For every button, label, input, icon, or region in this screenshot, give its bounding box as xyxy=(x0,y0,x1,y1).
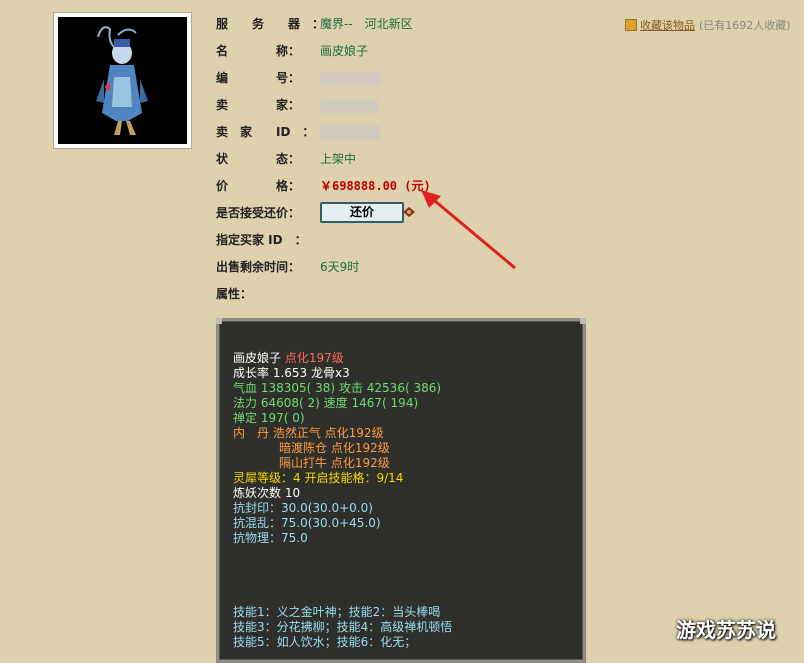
hp-value: 138305( 38) xyxy=(260,381,336,395)
server-label: 服 务 器 ： xyxy=(216,17,325,31)
bargain-button[interactable]: 还价 xyxy=(320,202,404,223)
refine-line: 炼妖次数 10 xyxy=(233,486,301,500)
skills-line-1: 技能1：义之金叶神；技能2：当头棒喝 xyxy=(233,605,441,619)
id-row: 编 号： xyxy=(216,69,382,87)
seller-label: 卖 家： xyxy=(216,98,301,112)
status-value: 上架中 xyxy=(320,152,357,166)
pet-level: 点化197级 xyxy=(284,351,344,365)
name-value: 画皮娘子 xyxy=(320,44,369,58)
watermark: 游戏苏苏说 xyxy=(676,618,776,642)
zen-line: 禅定 197( 0) xyxy=(233,411,305,425)
bargain-row: 是否接受还价： xyxy=(216,204,300,222)
mp-value: 64608( 2) xyxy=(260,396,320,410)
remaining-label: 出售剩余时间： xyxy=(216,260,301,274)
mp-spd-line: 法力 64608( 2) 速度 1467( 194) xyxy=(233,396,418,411)
item-thumbnail[interactable] xyxy=(53,12,192,149)
res-chaos-line: 抗混乱：75.0(30.0+45.0) xyxy=(233,516,381,530)
neidan-line-3: 隔山打牛 点化192级 xyxy=(279,456,390,470)
remaining-row: 出售剩余时间： 6天9时 xyxy=(216,258,359,276)
neidan-1: 浩然正气 点化192级 xyxy=(272,426,384,440)
bargain-label: 是否接受还价： xyxy=(216,206,301,220)
seller-id-label: 卖 家 ID ： xyxy=(216,125,315,139)
price-row: 价 格： ￥698888.00 (元) xyxy=(216,177,431,195)
buyer-label: 指定买家 ID ： xyxy=(216,233,307,247)
seller-value-redacted xyxy=(320,96,378,114)
server-value: 魔界-- 河北新区 xyxy=(320,17,413,31)
pet-name: 画皮娘子 xyxy=(233,351,282,365)
name-label: 名 称： xyxy=(216,44,301,58)
spd-value: 1467( 194) xyxy=(351,396,419,410)
panel-corner xyxy=(580,318,586,324)
favorite-icon xyxy=(625,19,637,31)
attr-row: 属性： xyxy=(216,285,252,303)
skills-line-2: 技能3：分花拂柳；技能4：高级禅机顿悟 xyxy=(233,620,453,634)
name-row: 名 称： 画皮娘子 xyxy=(216,42,368,60)
seller-row: 卖 家： xyxy=(216,96,378,114)
remaining-value: 6天9时 xyxy=(320,260,360,274)
seller-id-value-redacted xyxy=(320,123,380,141)
neidan-label: 内 丹 xyxy=(233,426,270,440)
res-phys-line: 抗物理：75.0 xyxy=(233,531,308,545)
pet-image xyxy=(58,17,187,144)
server-row: 服 务 器 ： 魔界-- 河北新区 xyxy=(216,15,413,33)
atk-label: 攻击 xyxy=(338,381,363,395)
pet-name-line: 画皮娘子 点化197级 xyxy=(233,351,344,366)
status-label: 状 态： xyxy=(216,152,301,166)
rhino-line: 灵犀等级：4 开启技能格：9/14 xyxy=(233,471,404,485)
seller-id-row: 卖 家 ID ： xyxy=(216,123,380,141)
mp-label: 法力 xyxy=(233,396,258,410)
favorite-area: 收藏该物品 (已有1692人收藏) xyxy=(625,17,791,33)
buyer-row: 指定买家 ID ： xyxy=(216,231,307,249)
favorite-count: (已有1692人收藏) xyxy=(699,19,791,32)
id-value-redacted xyxy=(320,69,382,87)
atk-value: 42536( 386) xyxy=(366,381,442,395)
favorite-link[interactable]: 收藏该物品 xyxy=(640,19,695,32)
spd-label: 速度 xyxy=(323,396,348,410)
id-label: 编 号： xyxy=(216,71,301,85)
growth-line: 成长率 1.653 龙骨x3 xyxy=(233,366,350,380)
skills-line-3: 技能5：如人饮水；技能6：化无； xyxy=(233,635,417,649)
neidan-line-1: 内 丹 浩然正气 点化192级 xyxy=(233,426,384,441)
res-seal-line: 抗封印：30.0(30.0+0.0) xyxy=(233,501,373,515)
neidan-line-2: 暗渡陈仓 点化192级 xyxy=(279,441,390,455)
panel-corner xyxy=(216,318,222,324)
attr-label: 属性： xyxy=(216,287,253,301)
hp-label: 气血 xyxy=(233,381,258,395)
price-label: 价 格： xyxy=(216,179,301,193)
hp-atk-line: 气血 138305( 38) 攻击 42536( 386) xyxy=(233,381,441,396)
status-row: 状 态： 上架中 xyxy=(216,150,356,168)
red-arrow-annotation xyxy=(421,190,516,270)
